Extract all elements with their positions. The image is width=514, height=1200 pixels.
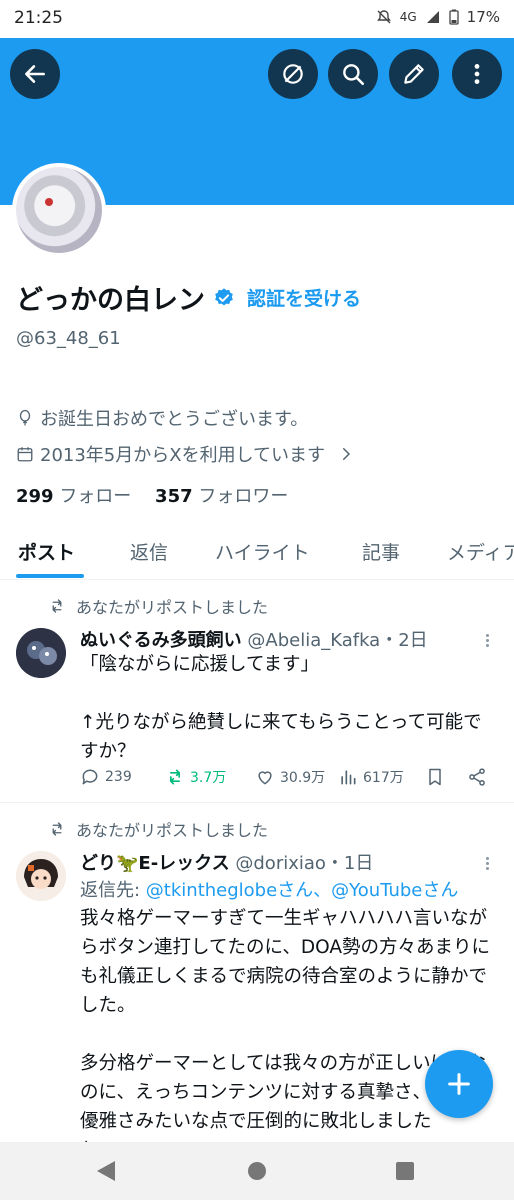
profile-avatar[interactable] <box>12 163 106 257</box>
views-chart-icon <box>341 770 356 785</box>
views-button[interactable]: 617万 <box>338 767 404 787</box>
post-item[interactable]: あなたがリポストしました ぬいぐるみ多頭飼い @Abelia_Kafka・2日 … <box>0 580 514 802</box>
post-actions: 239 3.7万 30.9万 617万 <box>80 767 500 791</box>
network-label: 4G <box>399 10 417 24</box>
profile-display-name: どっかの白レン <box>16 285 205 316</box>
joined-line[interactable]: 2013年5月からXを利用しています <box>16 441 355 467</box>
more-vertical-icon <box>474 64 480 84</box>
avatar-image <box>16 167 102 253</box>
following-count: 299 <box>16 486 54 507</box>
calendar-icon <box>17 447 33 462</box>
pencil-icon <box>404 64 424 84</box>
birthday-text: お誕生日おめでとうございます。 <box>40 409 309 430</box>
reply-icon <box>82 769 98 785</box>
verified-badge-icon <box>215 287 233 305</box>
post-author-handle: @dorixiao・1日 <box>235 853 374 874</box>
post-author-name[interactable]: どり🦖E-レックス <box>80 853 230 874</box>
signal-icon <box>426 11 439 23</box>
post-more-icon[interactable] <box>486 855 492 872</box>
status-time: 21:25 <box>14 8 63 28</box>
plus-icon <box>448 1073 470 1095</box>
post-more-icon[interactable] <box>486 632 492 649</box>
system-nav-bar <box>0 1142 514 1200</box>
like-button[interactable]: 30.9万 <box>255 767 325 787</box>
translate-icon <box>283 64 303 84</box>
views-count: 617万 <box>363 770 404 786</box>
following-link[interactable]: 299 フォロー <box>16 486 131 507</box>
heart-icon <box>258 771 272 785</box>
share-button[interactable] <box>467 767 487 787</box>
reply-button[interactable]: 239 <box>80 767 132 787</box>
profile-handle: @63_48_61 <box>16 328 121 349</box>
search-icon <box>343 64 365 86</box>
tab-posts[interactable]: ポスト <box>18 538 75 565</box>
post-header: ぬいぐるみ多頭飼い @Abelia_Kafka・2日 <box>80 626 428 652</box>
followers-count: 357 <box>155 486 193 507</box>
edit-button[interactable] <box>389 49 439 99</box>
reply-to-prefix: 返信先: <box>80 880 146 901</box>
repost-label: あなたがリポストしました <box>76 821 269 840</box>
active-tab-indicator <box>16 574 84 578</box>
author-avatar-image <box>16 628 66 678</box>
repost-indicator: あなたがリポストしました <box>48 817 268 841</box>
nav-home-icon[interactable] <box>248 1162 266 1180</box>
nav-recents-icon[interactable] <box>396 1162 414 1180</box>
repost-indicator: あなたがリポストしました <box>48 594 268 618</box>
profile-name-row: どっかの白レン 認証を受ける <box>16 278 361 317</box>
like-count: 30.9万 <box>280 770 326 786</box>
profile-tabs: ポスト 返信 ハイライト 記事 メディア <box>0 522 514 580</box>
tab-highlights[interactable]: ハイライト <box>215 538 310 565</box>
following-label: フォロー <box>59 486 132 507</box>
repost-icon <box>52 822 62 836</box>
joined-text: 2013年5月からXを利用しています <box>40 445 326 466</box>
compose-button[interactable] <box>425 1050 493 1118</box>
nav-back-icon[interactable] <box>97 1161 115 1181</box>
arrow-left-icon <box>25 65 45 83</box>
post-author-handle: @Abelia_Kafka・2日 <box>247 630 428 651</box>
chevron-right-icon <box>343 448 351 460</box>
repost-button[interactable]: 3.7万 <box>165 767 226 787</box>
search-button[interactable] <box>328 49 378 99</box>
birthday-line: お誕生日おめでとうございます。 <box>16 405 308 431</box>
mute-icon <box>376 10 391 24</box>
bookmark-button[interactable] <box>425 767 445 787</box>
repost-label: あなたがリポストしました <box>76 598 269 617</box>
post-text: 我々格ゲーマーすぎて一生ギャハハハハ言いながらボタン連打してたのに、DOA勢の方… <box>80 908 491 1161</box>
author-avatar-image <box>16 851 66 901</box>
repost-icon <box>170 769 180 785</box>
repost-count: 3.7万 <box>190 770 227 786</box>
status-bar: 21:25 4G 17% <box>0 0 514 38</box>
bookmark-icon <box>429 768 441 786</box>
post-text: 「陰ながらに応援してます」 ↑光りながら絶賛しに来てもらうことって可能ですか？ <box>80 654 482 762</box>
tab-replies[interactable]: 返信 <box>130 538 168 565</box>
share-icon <box>469 768 485 786</box>
reply-count: 239 <box>105 769 132 785</box>
reply-to-line: 返信先: @tkintheglobeさん、@YouTubeさん <box>80 876 458 902</box>
battery-level: 17% <box>466 8 500 26</box>
back-button[interactable] <box>10 49 60 99</box>
more-button[interactable] <box>452 49 502 99</box>
status-icons: 4G 17% <box>376 8 500 26</box>
balloon-icon <box>19 409 31 426</box>
tab-media[interactable]: メディア <box>447 538 514 565</box>
battery-icon <box>449 9 459 25</box>
translate-button[interactable] <box>268 49 318 99</box>
followers-link[interactable]: 357 フォロワー <box>155 486 288 507</box>
follow-stats: 299 フォロー 357 フォロワー <box>16 482 288 508</box>
post-author-avatar[interactable] <box>16 851 66 901</box>
post-author-avatar[interactable] <box>16 628 66 678</box>
followers-label: フォロワー <box>198 486 289 507</box>
get-verified-link[interactable]: 認証を受ける <box>247 284 361 311</box>
post-author-name[interactable]: ぬいぐるみ多頭飼い <box>80 630 242 651</box>
repost-icon <box>52 599 62 613</box>
post-header: どり🦖E-レックス @dorixiao・1日 <box>80 849 373 875</box>
tab-articles[interactable]: 記事 <box>362 538 400 565</box>
reply-to-links[interactable]: @tkintheglobeさん、@YouTubeさん <box>146 880 459 901</box>
